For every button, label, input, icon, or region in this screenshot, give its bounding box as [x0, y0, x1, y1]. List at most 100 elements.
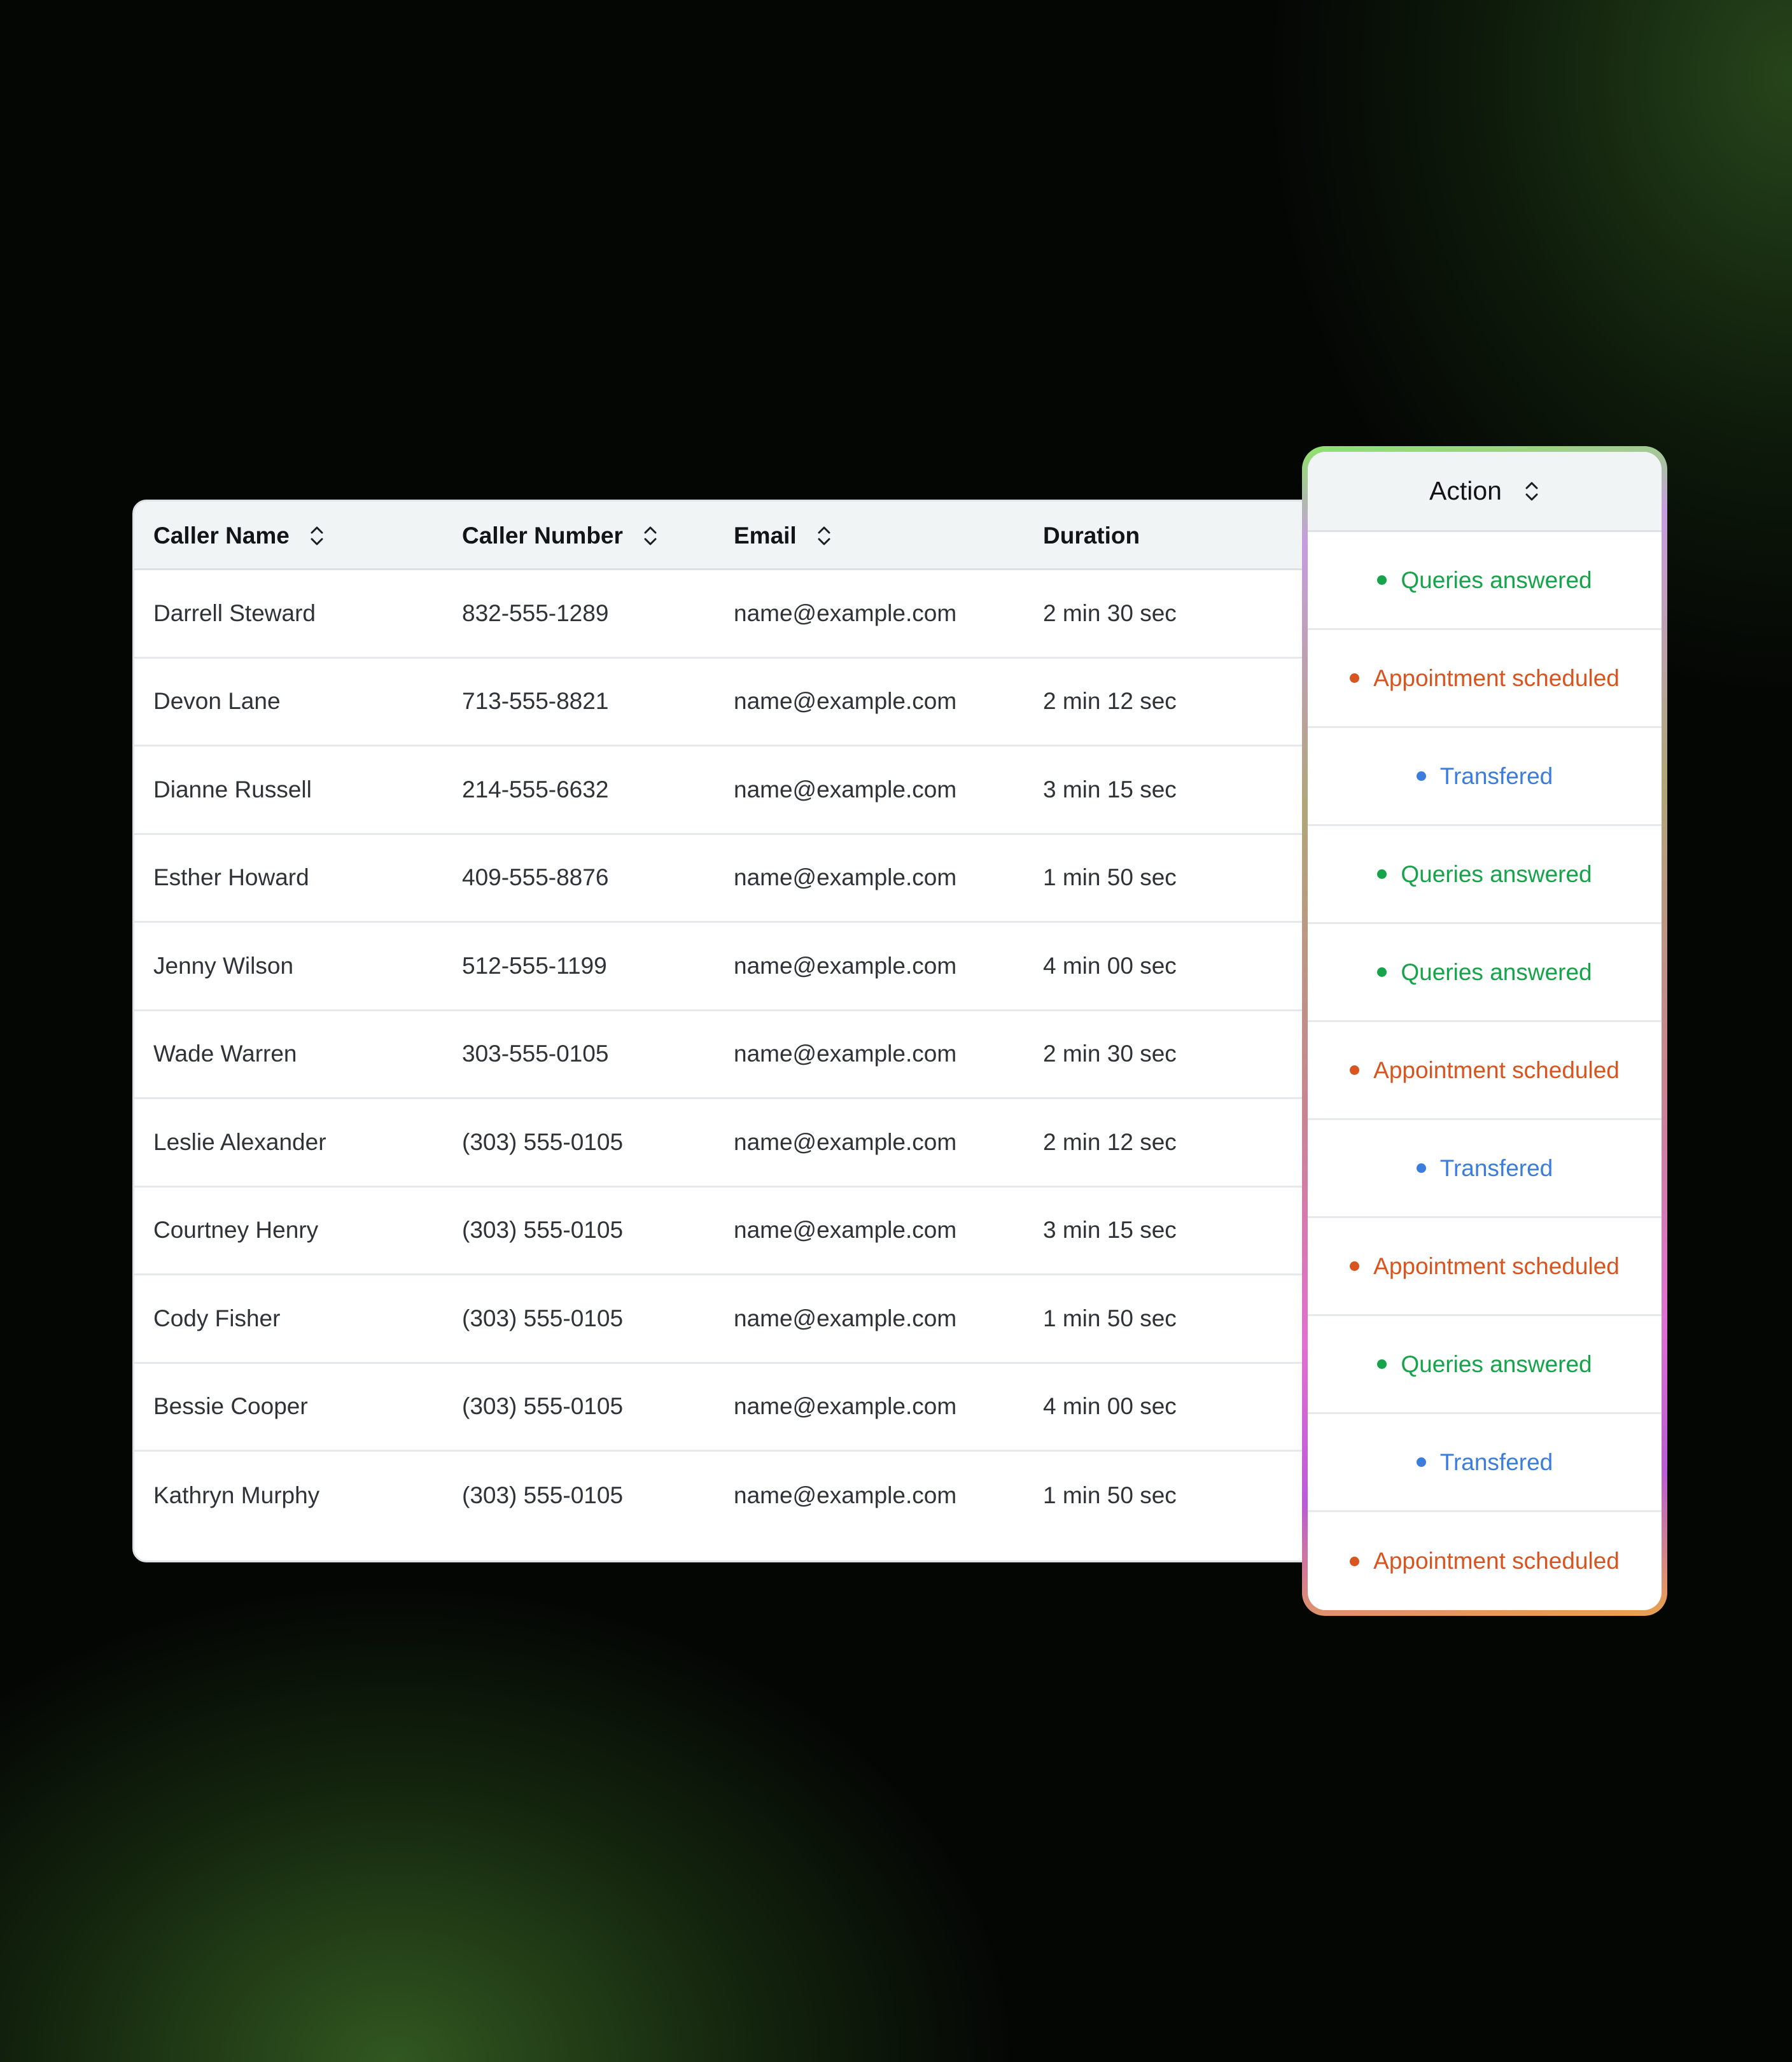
- column-header-caller-number[interactable]: Caller Number: [462, 501, 659, 570]
- table-row[interactable]: Cody Fisher (303) 555-0105 name@example.co…: [134, 1275, 1403, 1364]
- action-status-label: Appointment scheduled: [1373, 664, 1620, 691]
- action-cell: Transfered: [1308, 728, 1662, 826]
- status-dot-icon: [1350, 673, 1360, 683]
- column-header-action[interactable]: Action: [1308, 452, 1662, 532]
- duration-cell: 2 min 12 sec: [1043, 688, 1177, 715]
- email-cell: name@example.com: [734, 600, 957, 626]
- caller-number-cell: 832-555-1289: [462, 600, 609, 626]
- email-cell: name@example.com: [734, 1217, 957, 1244]
- action-column-body: Queries answered Appointment scheduled Tra…: [1308, 532, 1662, 1610]
- action-status-label: Queries answered: [1401, 860, 1592, 887]
- scene: Caller Name Caller Number Email Duration: [0, 0, 1792, 2062]
- caller-name-cell: Devon Lane: [153, 688, 281, 715]
- email-cell: name@example.com: [734, 1482, 957, 1509]
- caller-name-cell: Cody Fisher: [153, 1305, 281, 1331]
- caller-number-cell: 713-555-8821: [462, 688, 609, 715]
- caller-number-cell: 512-555-1199: [462, 952, 607, 979]
- email-cell: name@example.com: [734, 1041, 957, 1067]
- table-row[interactable]: Esther Howard 409-555-8876 name@example.co…: [134, 835, 1403, 923]
- caller-name-cell: Darrell Steward: [153, 600, 316, 626]
- caller-name-cell: Jenny Wilson: [153, 952, 294, 979]
- table-row[interactable]: Courtney Henry (303) 555-0105 name@example…: [134, 1188, 1403, 1275]
- email-cell: name@example.com: [734, 1128, 957, 1155]
- action-status-label: Appointment scheduled: [1373, 1252, 1620, 1279]
- table-row[interactable]: Wade Warren 303-555-0105 name@example.com 2…: [134, 1011, 1403, 1099]
- caller-number-cell: (303) 555-0105: [462, 1217, 624, 1244]
- duration-cell: 4 min 00 sec: [1043, 1393, 1177, 1420]
- status-dot-icon: [1377, 869, 1387, 879]
- action-cell: Queries answered: [1308, 826, 1662, 924]
- action-status-label: Queries answered: [1401, 566, 1592, 593]
- status-dot-icon: [1350, 1556, 1360, 1566]
- action-cell: Transfered: [1308, 1414, 1662, 1512]
- status-dot-icon: [1377, 575, 1387, 585]
- status-dot-icon: [1377, 967, 1387, 977]
- chevron-up-down-icon[interactable]: [642, 523, 659, 549]
- caller-number-cell: (303) 555-0105: [462, 1482, 624, 1509]
- duration-cell: 4 min 00 sec: [1043, 952, 1177, 979]
- caller-name-cell: Esther Howard: [153, 864, 309, 891]
- email-cell: name@example.com: [734, 1305, 957, 1331]
- table-row[interactable]: Kathryn Murphy (303) 555-0105 name@example…: [134, 1452, 1403, 1540]
- action-column: Action Queries answered Appointment sched…: [1308, 452, 1662, 1610]
- column-header-label: Email: [734, 523, 797, 549]
- caller-number-cell: 214-555-6632: [462, 776, 609, 803]
- chevron-up-down-icon[interactable]: [1523, 479, 1540, 504]
- column-header-email[interactable]: Email: [734, 501, 832, 570]
- column-header-label: Caller Name: [153, 523, 290, 549]
- action-status-label: Queries answered: [1401, 958, 1592, 985]
- column-header-duration: Duration: [1043, 501, 1140, 570]
- table-row[interactable]: Bessie Cooper (303) 555-0105 name@example.…: [134, 1364, 1403, 1452]
- action-status-label: Transfered: [1439, 1154, 1553, 1181]
- table-body: Darrell Steward 832-555-1289 name@example.…: [134, 570, 1403, 1540]
- status-dot-icon: [1377, 1359, 1387, 1369]
- status-dot-icon: [1416, 1457, 1426, 1467]
- table-row[interactable]: Dianne Russell 214-555-6632 name@example.c…: [134, 747, 1403, 835]
- caller-number-cell: (303) 555-0105: [462, 1128, 624, 1155]
- duration-cell: 3 min 15 sec: [1043, 776, 1177, 803]
- duration-cell: 3 min 15 sec: [1043, 1217, 1177, 1244]
- status-dot-icon: [1416, 771, 1426, 781]
- duration-cell: 2 min 12 sec: [1043, 1128, 1177, 1155]
- duration-cell: 1 min 50 sec: [1043, 1305, 1177, 1331]
- table-row[interactable]: Leslie Alexander (303) 555-0105 name@examp…: [134, 1099, 1403, 1188]
- duration-cell: 2 min 30 sec: [1043, 1041, 1177, 1067]
- table-row[interactable]: Jenny Wilson 512-555-1199 name@example.com…: [134, 923, 1403, 1011]
- action-cell: Appointment scheduled: [1308, 1218, 1662, 1316]
- caller-number-cell: (303) 555-0105: [462, 1305, 624, 1331]
- action-cell: Queries answered: [1308, 1316, 1662, 1414]
- status-dot-icon: [1350, 1261, 1360, 1271]
- caller-name-cell: Leslie Alexander: [153, 1128, 326, 1155]
- caller-number-cell: (303) 555-0105: [462, 1393, 624, 1420]
- column-header-label: Action: [1429, 476, 1502, 505]
- caller-number-cell: 409-555-8876: [462, 864, 609, 891]
- chevron-up-down-icon[interactable]: [309, 523, 325, 549]
- table-row[interactable]: Darrell Steward 832-555-1289 name@example.…: [134, 570, 1403, 659]
- column-header-caller-name[interactable]: Caller Name: [153, 501, 325, 570]
- action-cell: Transfered: [1308, 1120, 1662, 1218]
- column-header-label: Caller Number: [462, 523, 623, 549]
- chevron-up-down-icon[interactable]: [816, 523, 832, 549]
- action-cell: Queries answered: [1308, 924, 1662, 1022]
- email-cell: name@example.com: [734, 952, 957, 979]
- caller-name-cell: Dianne Russell: [153, 776, 312, 803]
- action-status-label: Transfered: [1439, 762, 1553, 789]
- action-status-label: Queries answered: [1401, 1350, 1592, 1377]
- action-cell: Appointment scheduled: [1308, 1022, 1662, 1120]
- action-status-label: Appointment scheduled: [1373, 1548, 1620, 1574]
- status-dot-icon: [1416, 1163, 1426, 1173]
- table-row[interactable]: Devon Lane 713-555-8821 name@example.com 2 …: [134, 659, 1403, 747]
- caller-name-cell: Wade Warren: [153, 1041, 297, 1067]
- caller-name-cell: Bessie Cooper: [153, 1393, 308, 1420]
- calls-table: Caller Name Caller Number Email Duration: [132, 500, 1405, 1562]
- action-status-label: Transfered: [1439, 1448, 1553, 1475]
- column-header-label: Duration: [1043, 523, 1140, 549]
- email-cell: name@example.com: [734, 1393, 957, 1420]
- table-header: Caller Name Caller Number Email Duration: [134, 501, 1403, 570]
- email-cell: name@example.com: [734, 776, 957, 803]
- email-cell: name@example.com: [734, 864, 957, 891]
- caller-number-cell: 303-555-0105: [462, 1041, 609, 1067]
- action-cell: Appointment scheduled: [1308, 630, 1662, 728]
- email-cell: name@example.com: [734, 688, 957, 715]
- caller-name-cell: Kathryn Murphy: [153, 1482, 320, 1509]
